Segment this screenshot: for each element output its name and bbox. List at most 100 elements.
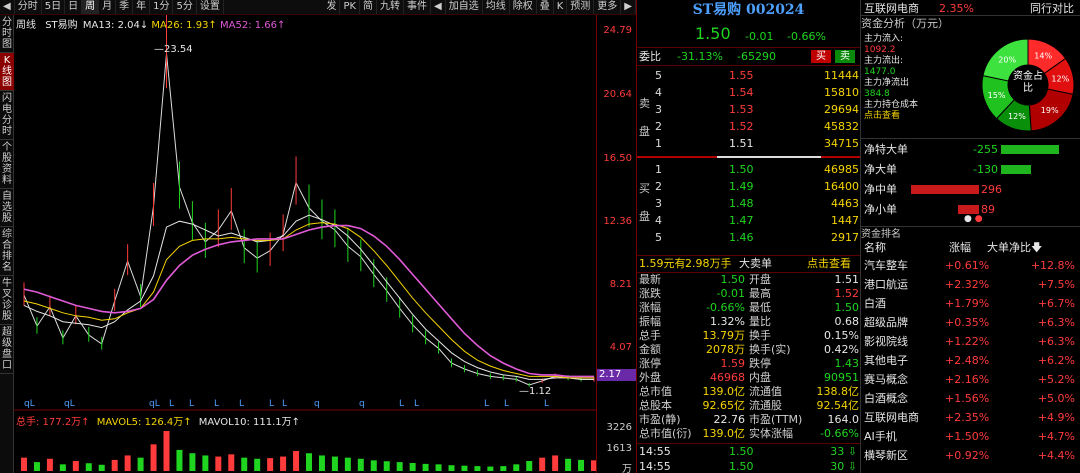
- rank-net: +6.3%: [1037, 316, 1075, 329]
- order-book-row[interactable]: 4 1.54 15810: [637, 85, 861, 100]
- rank-row[interactable]: 赛马概念 +2.16% +5.2%: [861, 372, 1080, 387]
- donut-label: 15%: [988, 91, 1006, 100]
- play-icon[interactable]: ◀: [0, 0, 15, 14]
- more-button[interactable]: 更多: [594, 0, 622, 14]
- tab-day[interactable]: 日: [65, 0, 83, 14]
- tab-minute[interactable]: 分时: [15, 0, 42, 14]
- donut-label: 12%: [1008, 112, 1026, 121]
- level: 4: [655, 214, 662, 227]
- simple-button[interactable]: 简: [360, 0, 378, 14]
- rank-row[interactable]: 超级品牌 +0.35% +6.3%: [861, 315, 1080, 330]
- sidenav-k-chart[interactable]: K线图: [0, 53, 14, 91]
- order-book-row[interactable]: 3 1.53 29694: [637, 102, 861, 117]
- overlay-button[interactable]: 叠: [537, 0, 554, 14]
- big-order-link[interactable]: 点击查看: [807, 256, 851, 271]
- tab-week[interactable]: 周: [82, 0, 100, 14]
- big-order-price: 1.59元有: [639, 257, 686, 270]
- tab-5day[interactable]: 5日: [42, 0, 66, 14]
- fund-title: 资金分析（万元）: [861, 17, 949, 30]
- settings-button[interactable]: 设置: [197, 0, 224, 14]
- sidenav-flash-minute[interactable]: 闪电分时: [0, 91, 14, 140]
- volume-bar: [59, 464, 66, 471]
- sector-name[interactable]: 互联网电商: [864, 1, 919, 16]
- rank-change: +1.22%: [945, 335, 990, 348]
- stat-label: 涨跌: [639, 287, 661, 300]
- rank-row[interactable]: 横琴新区 +0.92% +4.4%: [861, 448, 1080, 463]
- tab-year[interactable]: 年: [133, 0, 151, 14]
- prev-icon[interactable]: ◀: [431, 0, 446, 14]
- cost-link[interactable]: 点击查看: [864, 111, 974, 122]
- sidenav-ranking[interactable]: 综合排名: [0, 227, 14, 276]
- volume-bar: [552, 455, 559, 471]
- order-book-row[interactable]: 4 1.47 1447: [637, 213, 861, 228]
- stat-row: 涨幅 -0.66% 最低 1.50: [637, 301, 861, 315]
- stat-row: 总市值(衍) 139.0亿 实体涨幅 -0.66%: [637, 427, 861, 441]
- nine-turn-button[interactable]: 九转: [377, 0, 405, 14]
- ytick: 8.21: [609, 279, 632, 290]
- main-net-label: 主力净流出: [864, 78, 910, 88]
- donut-label: 12%: [1051, 74, 1069, 83]
- k-button[interactable]: K: [554, 0, 568, 14]
- rank-change: +1.50%: [945, 430, 990, 443]
- fa-button[interactable]: 发: [323, 0, 341, 14]
- stat-value: 1.51: [834, 273, 860, 286]
- signal-marker: L: [189, 399, 195, 409]
- next-icon[interactable]: ▶: [621, 0, 636, 14]
- stat-label: 流通值: [749, 385, 782, 398]
- predict-button[interactable]: 预测: [567, 0, 595, 14]
- volume-bar: [228, 454, 235, 471]
- rank-row[interactable]: AI手机 +1.50% +4.7%: [861, 429, 1080, 444]
- ma-button[interactable]: 均线: [483, 0, 510, 14]
- rank-header-name[interactable]: 名称: [864, 240, 886, 255]
- low-price-label: —1.12: [519, 386, 552, 397]
- rank-row[interactable]: 互联网电商 +2.35% +4.9%: [861, 410, 1080, 425]
- peer-compare-link[interactable]: 同行对比: [1030, 1, 1074, 16]
- sidenav-diagnosis[interactable]: 牛叉诊股: [0, 276, 14, 325]
- rank-header-net[interactable]: 大单净比🡇: [987, 240, 1042, 255]
- k-line-chart[interactable]: 周线 ST易购 MA13: 2.04↓ MA26: 1.93↑ MA52: 1.…: [14, 15, 596, 473]
- buy-button[interactable]: 买: [811, 50, 831, 63]
- rank-change: +2.48%: [945, 354, 990, 367]
- order-book-row[interactable]: 3 1.48 4463: [637, 196, 861, 211]
- event-button[interactable]: 事件: [404, 0, 432, 14]
- stat-label: 外盘: [639, 371, 661, 384]
- fund-details: 主力流入: 1092.2 主力流出: 1477.0 主力净流出 384.8 主力…: [864, 34, 974, 122]
- net-flow-bar: [958, 205, 979, 214]
- tab-quarter[interactable]: 季: [116, 0, 134, 14]
- volume-legend: 总手: 177.2万↑ MAVOL5: 126.4万↑ MAVOL10: 111…: [16, 413, 300, 428]
- order-book-row[interactable]: 1 1.50 46985: [637, 162, 861, 177]
- volume-bar: [33, 462, 40, 471]
- order-book-row[interactable]: 5 1.55 11444: [637, 68, 861, 83]
- order-book-row[interactable]: 1 1.51 34715: [637, 136, 861, 151]
- stat-row: 市盈(静) 22.76 市盈(TTM) 164.0: [637, 413, 861, 427]
- rank-row[interactable]: 白酒概念 +1.56% +5.0%: [861, 391, 1080, 406]
- sidenav-stock-profile[interactable]: 个股资料: [0, 140, 14, 189]
- stat-label: 内盘: [749, 371, 771, 384]
- order-book-row[interactable]: 2 1.52 45832: [637, 119, 861, 134]
- order-price: 1.55: [729, 69, 754, 82]
- stat-label: 换手(实): [749, 343, 791, 356]
- rank-row[interactable]: 影视院线 +1.22% +6.3%: [861, 334, 1080, 349]
- signal-marker: qL: [24, 399, 35, 409]
- rank-header-change[interactable]: 涨幅: [949, 240, 971, 255]
- sidenav-minute-chart[interactable]: 分时图: [0, 15, 14, 53]
- order-book-row[interactable]: 5 1.46 2917: [637, 230, 861, 245]
- price-change-pct: -0.66%: [787, 30, 826, 43]
- sidenav-watchlist[interactable]: 自选股: [0, 189, 14, 227]
- rank-row[interactable]: 其他电子 +2.48% +6.2%: [861, 353, 1080, 368]
- add-watchlist-button[interactable]: 加自选: [446, 0, 483, 14]
- order-book-row[interactable]: 2 1.49 16400: [637, 179, 861, 194]
- rank-row[interactable]: 汽车整车 +0.61% +12.8%: [861, 258, 1080, 273]
- tab-5min[interactable]: 5分: [173, 0, 197, 14]
- sidenav-super-book[interactable]: 超级盘口: [0, 325, 14, 374]
- tab-1min[interactable]: 1分: [150, 0, 174, 14]
- pk-button[interactable]: PK: [340, 0, 361, 14]
- sell-button[interactable]: 卖: [835, 50, 855, 63]
- stat-value: 0.68: [834, 315, 860, 328]
- rank-row[interactable]: 白酒 +1.79% +6.7%: [861, 296, 1080, 311]
- page-dots[interactable]: ● ●: [964, 214, 983, 224]
- exright-button[interactable]: 除权: [510, 0, 537, 14]
- tab-month[interactable]: 月: [99, 0, 117, 14]
- net-flow-value: -130: [973, 163, 998, 176]
- rank-row[interactable]: 港口航运 +2.32% +7.5%: [861, 277, 1080, 292]
